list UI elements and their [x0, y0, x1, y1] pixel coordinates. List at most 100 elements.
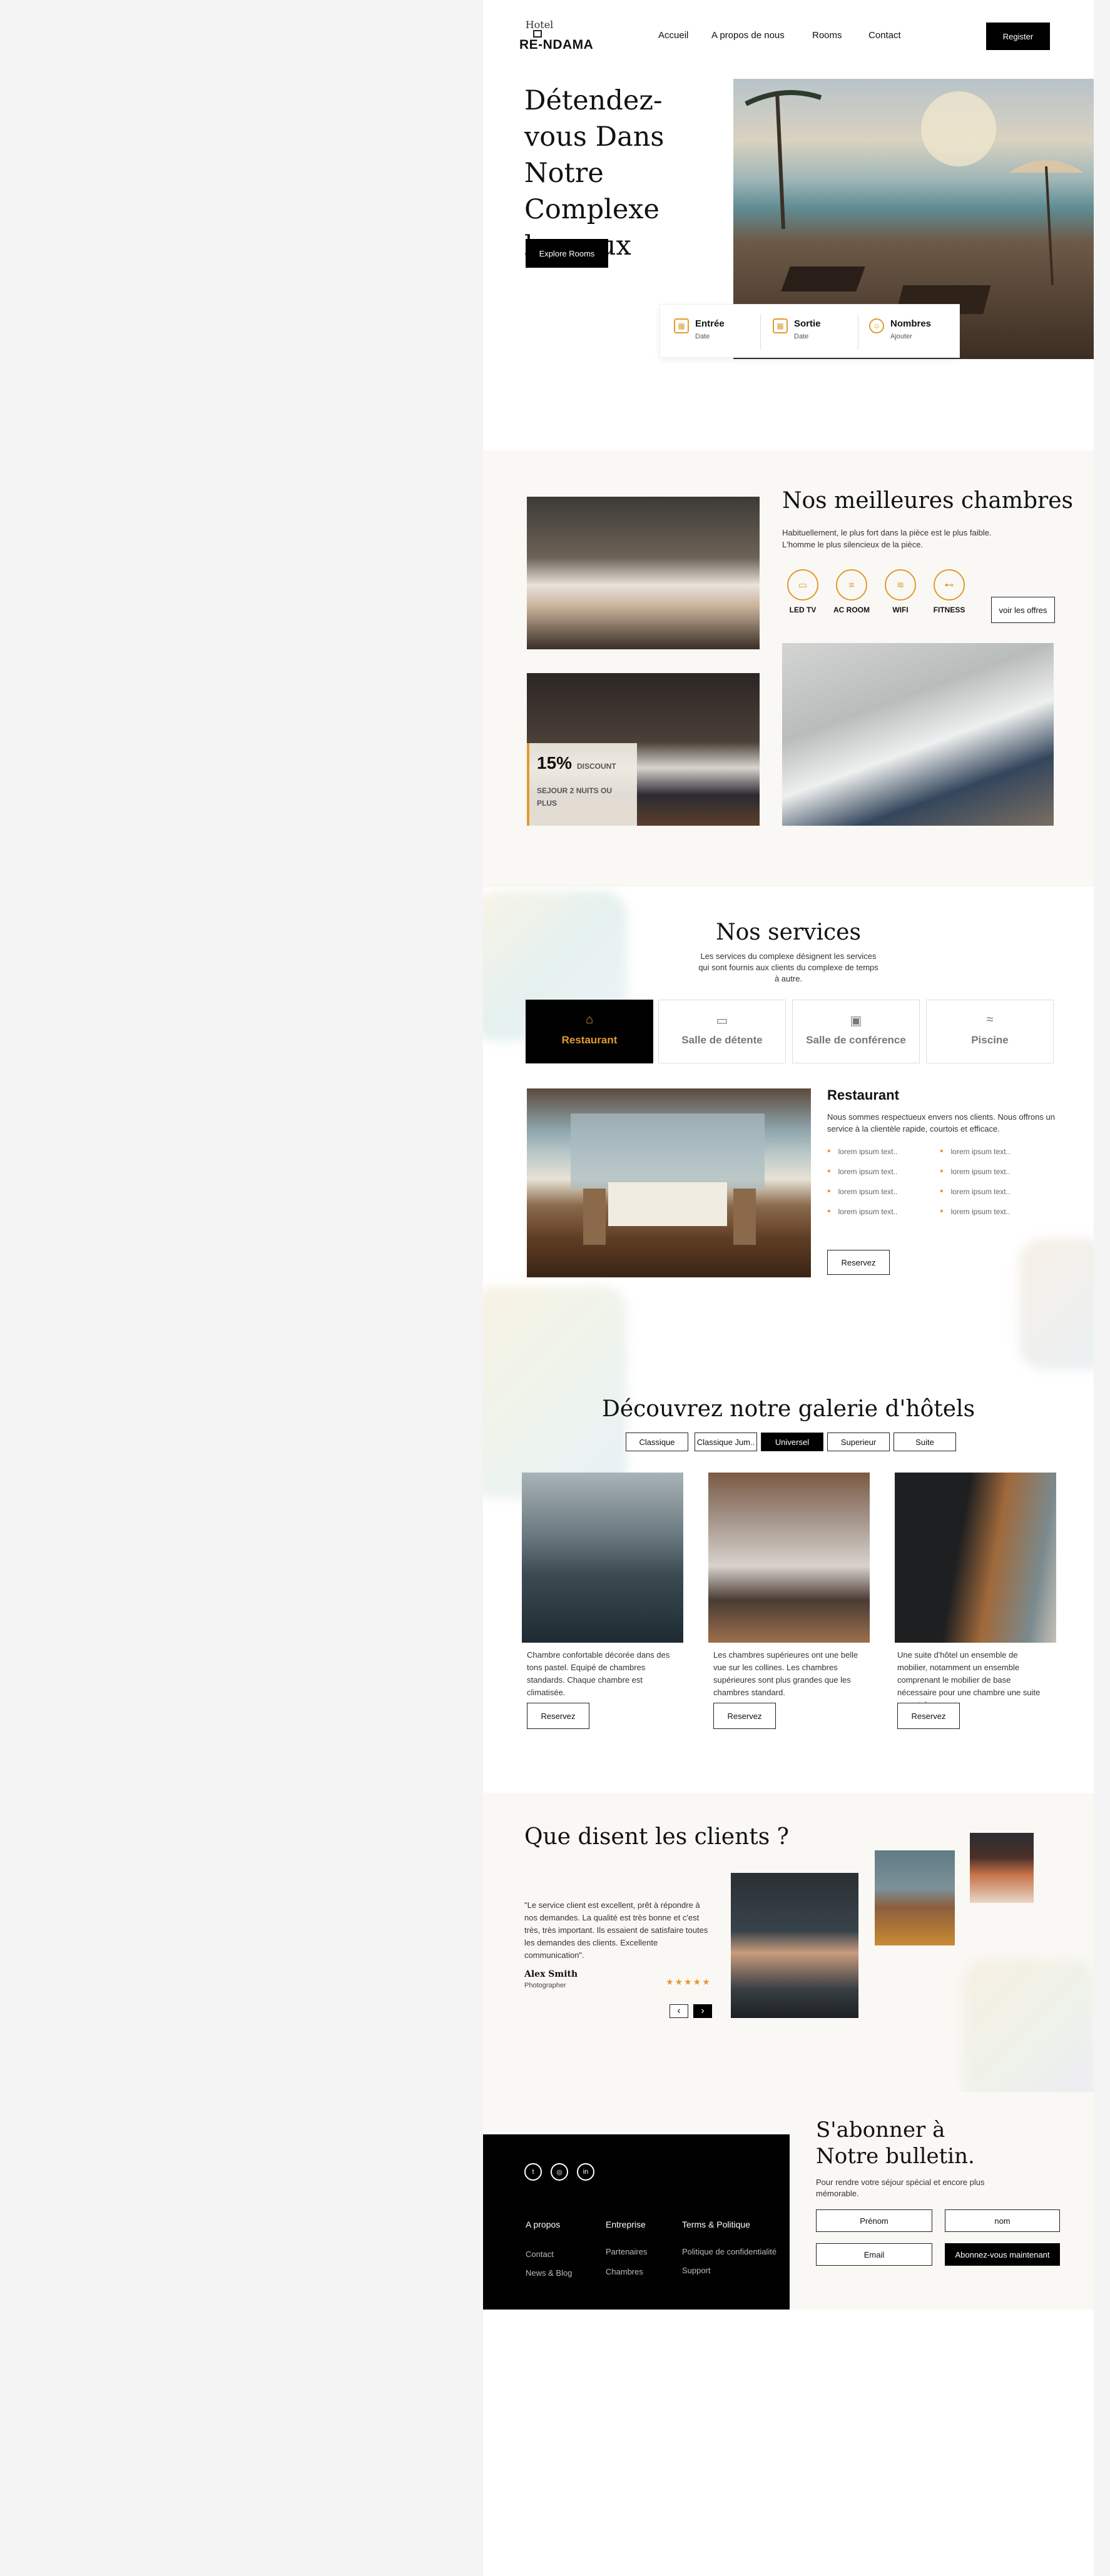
list-item: lorem ipsum text.. [827, 1186, 898, 1197]
hotel-logo-icon [533, 30, 542, 38]
gallery-text-1: Chambre confortable décorée dans des ton… [527, 1650, 670, 1697]
gallery-image-1 [522, 1473, 683, 1643]
checkin-label: Entrée [695, 318, 725, 329]
list-item: lorem ipsum text.. [940, 1206, 1011, 1217]
footer-link-privacy[interactable]: Politique de confidentialité [682, 2247, 776, 2256]
reserve-button-1[interactable]: Reservez [527, 1703, 589, 1729]
nav-rooms[interactable]: Rooms [812, 30, 842, 41]
footer-link-partenaires[interactable]: Partenaires [606, 2247, 647, 2256]
reserve-restaurant-button[interactable]: Reservez [827, 1250, 890, 1275]
discount-badge: 15% DISCOUNT SEJOUR 2 NUITS OU PLUS [527, 743, 637, 826]
next-arrow-button[interactable]: › [693, 2004, 712, 2018]
gallery-tab-classique[interactable]: Classique [626, 1433, 688, 1451]
checkout-label: Sortie [794, 318, 821, 329]
footer-link-contact[interactable]: Contact [526, 2249, 554, 2259]
instagram-icon[interactable]: ◎ [551, 2163, 568, 2181]
rooms-title: Nos meilleures chambres [782, 488, 1073, 514]
gallery-image-2 [708, 1473, 870, 1643]
footer-heading: Terms & Politique [682, 2219, 750, 2229]
reserve-button-2[interactable]: Reservez [713, 1703, 776, 1729]
services-title: Nos services [716, 920, 861, 945]
email-field[interactable]: Email [816, 2243, 932, 2266]
hero-title: Détendez-vous Dans Notre Complexe luxueu… [524, 85, 664, 261]
amenity-wifi: ≋ WIFI [880, 569, 921, 614]
gallery-tab-suite[interactable]: Suite [894, 1433, 956, 1451]
gallery-title: Découvrez notre galerie d'hôtels [601, 1396, 975, 1422]
restaurant-desc: Nous sommes respectueux envers nos clien… [827, 1112, 1055, 1133]
guests-sub: Ajouter [890, 333, 912, 340]
page: Hotel RE-NDAMA Accueil A propos de nous … [483, 0, 1094, 2576]
tab-label: Restaurant [561, 1034, 618, 1046]
tab-restaurant[interactable]: ⌂ Restaurant [526, 1000, 653, 1063]
gallery-tab-superieur[interactable]: Superieur [827, 1433, 890, 1451]
newsletter-desc: Pour rendre votre séjour spécial et enco… [816, 2178, 985, 2198]
calendar-icon: ▦ [674, 318, 689, 333]
restaurant-scene [571, 1113, 765, 1245]
list-item: lorem ipsum text.. [827, 1206, 898, 1217]
restaurant-image [527, 1088, 811, 1277]
dumbbell-icon: ⊷ [934, 569, 965, 601]
checkin-sub: Date [695, 333, 710, 340]
footer-link-support[interactable]: Support [682, 2266, 711, 2275]
amenity-label: LED TV [789, 606, 817, 614]
bed-icon: ▭ [716, 1014, 728, 1028]
footer-heading: Entreprise [606, 2219, 646, 2229]
booking-checkin[interactable]: ▦ Entrée Date [674, 318, 725, 340]
testimonials-title: Que disent les clients ? [524, 1824, 789, 1850]
testimonial-role: Photographer [524, 1982, 566, 1989]
tab-piscine[interactable]: ≈ Piscine [926, 1000, 1054, 1063]
divider [760, 315, 761, 350]
gallery-tab-classique-jum[interactable]: Classique Jum.. [695, 1433, 757, 1451]
room-image-1 [527, 497, 760, 649]
booking-guests[interactable]: ☺ Nombres Ajouter [869, 318, 931, 340]
gallery-text-2: Les chambres supérieures ont une belle v… [713, 1650, 858, 1697]
linkedin-icon[interactable]: in [577, 2163, 594, 2181]
presentation-icon: ▣ [850, 1014, 862, 1028]
discount-label: DISCOUNT [577, 762, 616, 771]
subscribe-button[interactable]: Abonnez-vous maintenant [945, 2243, 1060, 2266]
reserve-button-3[interactable]: Reservez [897, 1703, 960, 1729]
tab-salle-conference[interactable]: ▣ Salle de conférence [792, 1000, 920, 1063]
rooms-desc: Habituellement, le plus fort dans la piè… [782, 528, 992, 549]
testimonial-author: Alex Smith [524, 1969, 578, 1979]
services-desc: Les services du complexe désignent les s… [698, 951, 878, 983]
booking-bar: ▦ Entrée Date ▦ Sortie Date ☺ Nombres Ajout… [659, 304, 960, 358]
restaurant-icon: ⌂ [585, 1013, 594, 1027]
amenity-label: WIFI [892, 606, 909, 614]
last-name-field[interactable]: nom [945, 2209, 1060, 2232]
list-item: lorem ipsum text.. [940, 1186, 1011, 1197]
brand-name: RE-NDAMA [519, 38, 594, 52]
tab-label: Salle de conférence [806, 1034, 906, 1046]
nav-contact[interactable]: Contact [868, 30, 901, 41]
client-photo-main [731, 1873, 858, 2018]
client-photo-3 [970, 1833, 1034, 1903]
first-name-field[interactable]: Prénom [816, 2209, 932, 2232]
nav-a-propos[interactable]: A propos de nous [711, 30, 785, 41]
prev-arrow-button[interactable]: ‹ [670, 2004, 688, 2018]
calendar-icon: ▦ [773, 318, 788, 333]
footer-link-news[interactable]: News & Blog [526, 2268, 572, 2278]
list-item: lorem ipsum text.. [827, 1166, 898, 1177]
discount-percent: 15% [537, 753, 573, 773]
explore-rooms-button[interactable]: Explore Rooms [526, 239, 608, 268]
tab-salle-detente[interactable]: ▭ Salle de détente [658, 1000, 786, 1063]
list-item: lorem ipsum text.. [940, 1166, 1011, 1177]
wifi-icon: ≋ [885, 569, 916, 601]
client-photo-2 [875, 1850, 955, 1945]
list-item: lorem ipsum text.. [827, 1146, 898, 1157]
footer: t ◎ in A propos Entreprise Terms & Polit… [483, 2134, 790, 2310]
nav-accueil[interactable]: Accueil [658, 30, 688, 41]
footer-link-chambres[interactable]: Chambres [606, 2267, 643, 2276]
testimonial-quote: "Le service client est excellent, prêt à… [524, 1900, 708, 1960]
restaurant-title: Restaurant [827, 1087, 899, 1103]
twitter-icon[interactable]: t [524, 2163, 542, 2181]
newsletter-title: S'abonner à Notre bulletin. [816, 2117, 975, 2169]
gallery-text-3: Une suite d'hôtel un ensemble de mobilie… [897, 1650, 1041, 1710]
list-item: lorem ipsum text.. [940, 1146, 1011, 1157]
booking-checkout[interactable]: ▦ Sortie Date [773, 318, 821, 340]
view-offers-button[interactable]: voir les offres [991, 597, 1055, 623]
checkout-sub: Date [794, 333, 809, 340]
gallery-tab-universel[interactable]: Universel [761, 1433, 823, 1451]
decor-blob [483, 1286, 627, 1499]
register-button[interactable]: Register [986, 23, 1050, 50]
